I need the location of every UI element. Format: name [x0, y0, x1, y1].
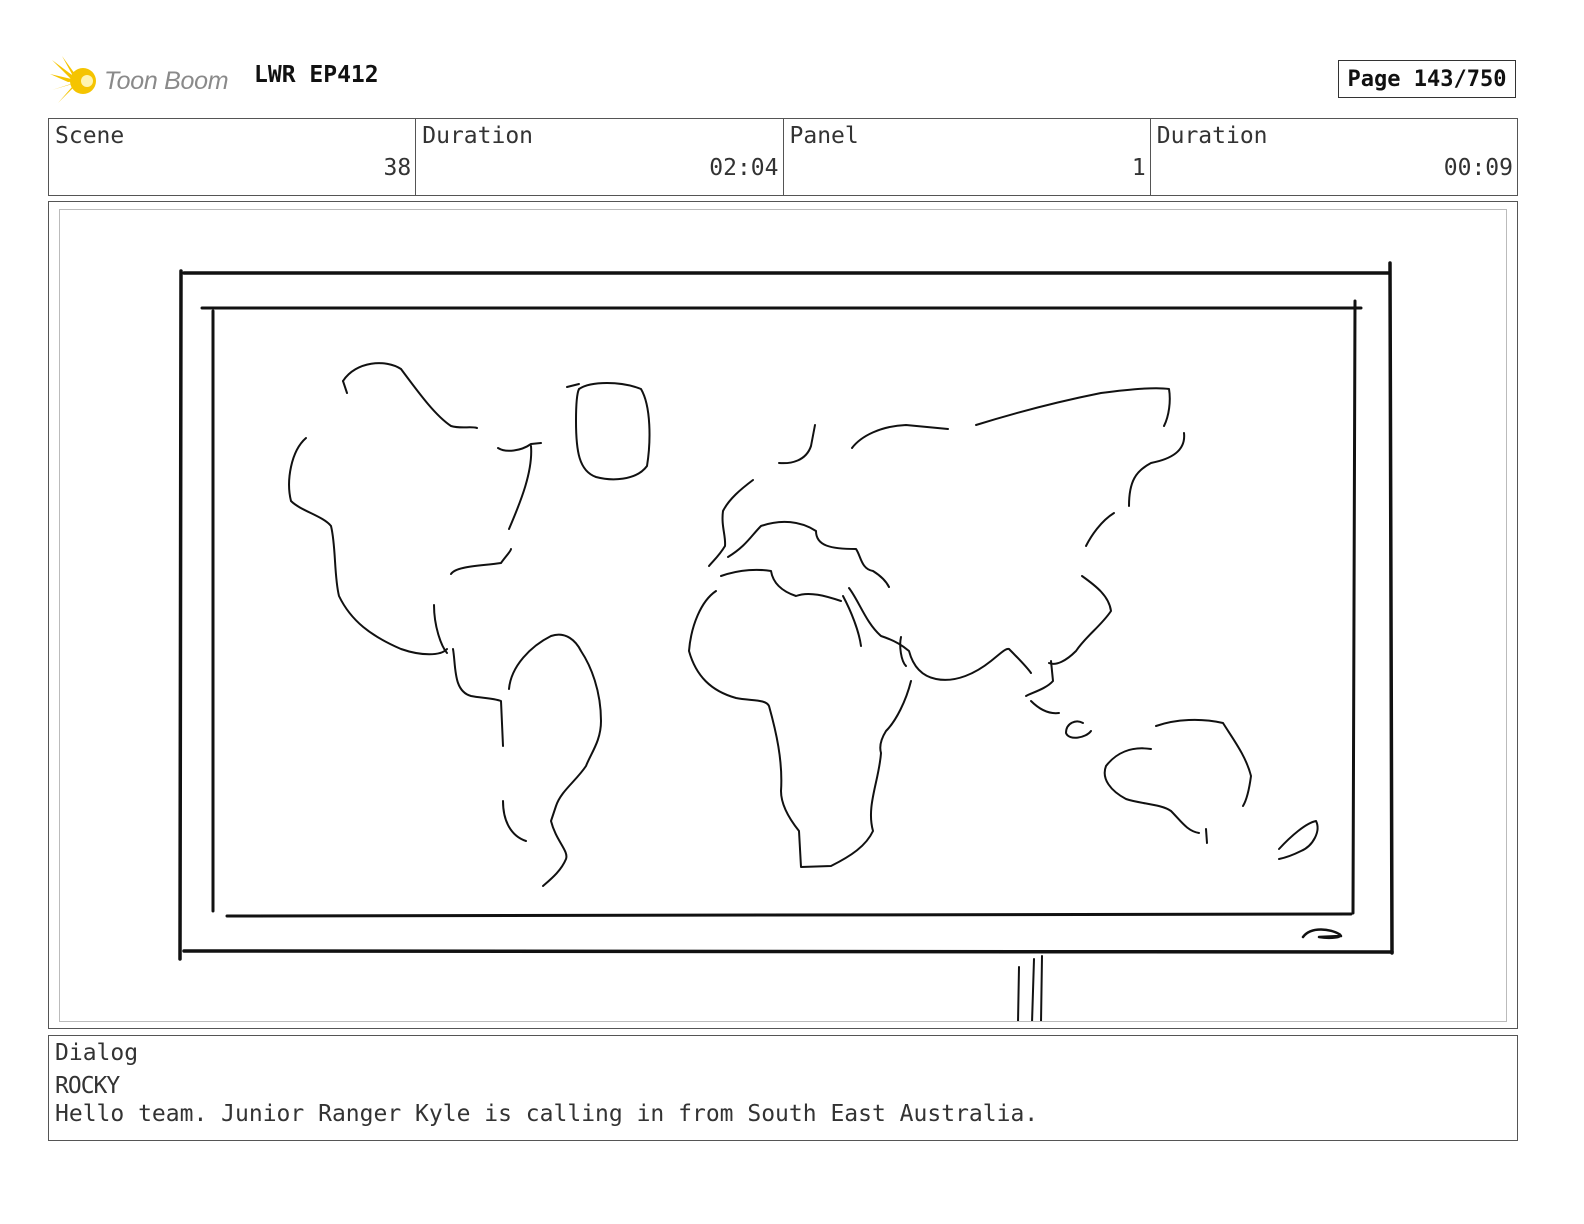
project-title: LWR EP412 [254, 62, 379, 88]
scene-value: 38 [383, 155, 412, 181]
tv-logo-mark [1301, 928, 1343, 940]
scene-label: Scene [55, 123, 125, 149]
scene-duration-value: 02:04 [709, 155, 779, 181]
panel-duration-cell: Duration 00:09 [1151, 119, 1517, 195]
world-map-screen-sketch [178, 261, 1394, 1021]
panel-duration-value: 00:09 [1443, 155, 1513, 181]
page-number: Page 143/750 [1338, 60, 1516, 98]
tv-stand [1017, 955, 1043, 1021]
tv-outer-frame [178, 261, 1394, 961]
continents [288, 362, 1319, 887]
panel-info-row: Scene 38 Duration 02:04 Panel 1 Duration… [48, 118, 1518, 196]
storyboard-panel-image [59, 209, 1507, 1022]
dialog-line: Hello team. Junior Ranger Kyle is callin… [55, 1101, 1039, 1127]
dialog-box: Dialog ROCKY Hello team. Junior Ranger K… [48, 1035, 1518, 1141]
panel-duration-label: Duration [1156, 123, 1268, 149]
logo-text: Toon Boom [104, 66, 229, 95]
screen-inner-frame [200, 299, 1363, 918]
toon-boom-logo: Toon Boom [50, 55, 229, 107]
scene-cell: Scene 38 [49, 119, 417, 195]
dialog-speaker: ROCKY [55, 1073, 120, 1099]
dialog-label: Dialog [55, 1040, 139, 1066]
starburst-icon [50, 56, 96, 103]
panel-value: 1 [1131, 155, 1146, 181]
scene-duration-cell: Duration 02:04 [416, 119, 784, 195]
panel-cell: Panel 1 [784, 119, 1151, 195]
scene-duration-label: Duration [422, 123, 534, 149]
panel-label: Panel [789, 123, 859, 149]
